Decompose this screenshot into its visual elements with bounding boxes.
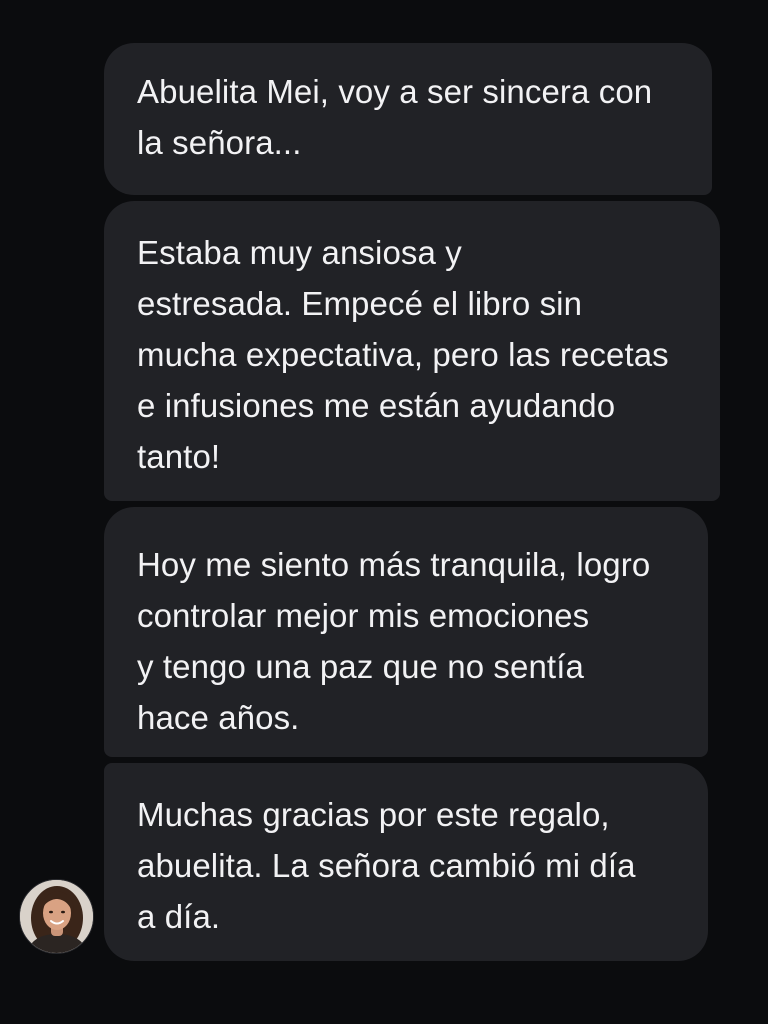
sender-avatar[interactable]	[19, 879, 94, 954]
person-photo-icon	[20, 880, 93, 953]
message-bubble-2[interactable]: Estaba muy ansiosa y estresada. Empecé e…	[104, 201, 720, 501]
message-bubble-1[interactable]: Abuelita Mei, voy a ser sincera con la s…	[104, 43, 712, 195]
message-bubble-3[interactable]: Hoy me siento más tranquila, logro contr…	[104, 507, 708, 757]
message-bubble-4[interactable]: Muchas gracias por este regalo, abuelita…	[104, 763, 708, 961]
message-thread: Abuelita Mei, voy a ser sincera con la s…	[0, 0, 768, 1024]
